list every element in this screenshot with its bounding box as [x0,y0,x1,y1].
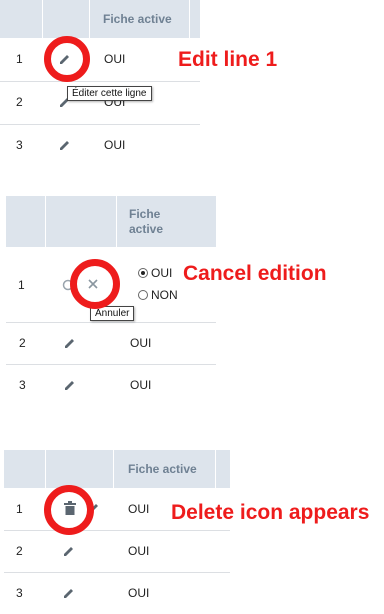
table-header: Fiche active [6,196,216,247]
row-number: 1 [18,278,25,292]
highlight-ring [70,259,120,309]
header-num-col [0,0,43,38]
header-col-divider [90,0,190,38]
table-header: Fiche active [0,0,200,38]
edit-tooltip: Éditer cette ligne [67,86,152,101]
highlight-ring [44,485,94,535]
pencil-icon[interactable] [63,336,77,355]
radio-oui[interactable]: OUI [138,266,172,280]
fiche-active-value: OUI [130,378,152,392]
fiche-active-value: OUI [128,502,150,516]
fiche-active-value: OUI [130,336,152,350]
table-row[interactable]: 1 OUI [0,38,200,82]
row-number: 2 [16,544,23,558]
table-row[interactable]: 3 OUI [4,572,230,614]
header-fiche-active-text: Fiche active [129,207,164,236]
table-row[interactable]: 2 OUI [4,530,230,573]
header-num-col [4,450,46,488]
table-row[interactable]: 3 OUI [6,364,216,406]
row-number: 2 [16,95,23,109]
table-header: Fiche active [4,450,230,488]
pencil-icon[interactable] [58,138,72,157]
row-number: 1 [16,502,23,516]
row-number: 3 [19,378,26,392]
panel-cancel-edition: Fiche active 1 OUI NON 2 OUI 3 OUI Annul… [6,196,216,416]
pencil-icon[interactable] [62,544,76,563]
radio-non-label: NON [151,288,178,302]
table-row[interactable]: 3 OUI [0,124,200,167]
pencil-icon[interactable] [63,378,77,397]
row-number: 3 [16,586,23,600]
annotation-cancel-edition: Cancel edition [183,262,327,285]
header-fiche-active[interactable]: Fiche active [117,196,177,247]
radio-non-button[interactable] [138,290,148,300]
annotation-edit-line: Edit line 1 [178,48,278,71]
annotation-delete-icon: Delete icon appears [171,501,370,524]
radio-oui-button[interactable] [138,268,148,278]
table-row[interactable]: 2 OUI [6,322,216,365]
radio-non[interactable]: NON [138,288,178,302]
row-number: 2 [19,336,26,350]
row-number: 1 [16,52,23,66]
header-actions-col [46,450,114,488]
fiche-active-value: OUI [104,138,126,152]
radio-oui-label: OUI [151,266,173,280]
fiche-active-value: OUI [128,544,150,558]
fiche-active-value: OUI [104,52,126,66]
pencil-icon[interactable] [62,586,76,605]
header-actions-col [46,196,117,247]
panel-edit-line: Fiche active 1 OUI 2 OUI 3 OUI Éditer ce… [0,0,277,170]
fiche-active-value: OUI [128,586,150,600]
row-number: 3 [16,138,23,152]
header-actions-col [43,0,90,38]
header-col-divider [114,450,216,488]
highlight-ring [44,36,90,82]
header-num-col [6,196,46,247]
panel-delete-icon: Fiche active 1 OUI 2 OUI 3 OUI [4,450,230,600]
